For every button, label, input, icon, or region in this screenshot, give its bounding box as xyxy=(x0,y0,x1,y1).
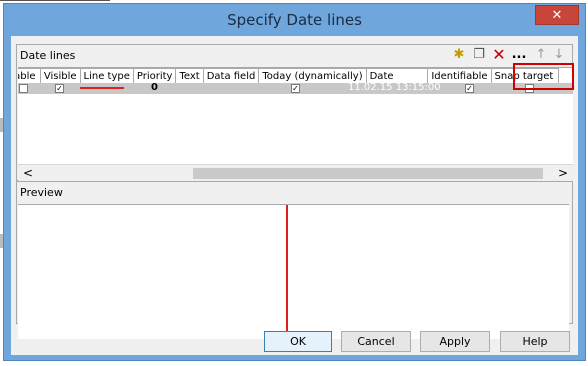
line-type-swatch[interactable] xyxy=(80,87,124,89)
dialog-client-area: Date lines ✱ ❐ ✕ ... ↑ ↓ eable Visible L… xyxy=(11,36,578,355)
cancel-button[interactable]: Cancel xyxy=(341,331,411,352)
apply-button[interactable]: Apply xyxy=(420,331,490,352)
dialog-window: Specify Date lines ✕ Date lines ✱ ❐ ✕ ..… xyxy=(3,3,586,361)
date-lines-table[interactable]: eable Visible Line type Priority Text Da… xyxy=(18,67,573,165)
help-button[interactable]: Help xyxy=(500,331,570,352)
horizontal-scrollbar[interactable]: < > xyxy=(18,164,573,182)
priority-value[interactable]: 0 xyxy=(151,82,158,93)
preview-group-title: Preview xyxy=(17,182,572,204)
new-row-icon[interactable]: ✱ xyxy=(451,47,467,63)
table-row[interactable]: 0 11.02.15 13:15:00 xyxy=(18,82,573,94)
dialog-title: Specify Date lines xyxy=(227,11,362,29)
move-down-icon[interactable]: ↓ xyxy=(551,47,567,63)
scroll-left-icon[interactable]: < xyxy=(20,166,36,181)
column-header-data-field[interactable]: Data field xyxy=(202,68,260,84)
close-button[interactable]: ✕ xyxy=(535,5,579,25)
editable-checkbox[interactable] xyxy=(19,84,28,93)
column-header-editable[interactable]: eable xyxy=(18,68,41,84)
table-header: eable Visible Line type Priority Text Da… xyxy=(18,68,560,84)
delete-icon[interactable]: ✕ xyxy=(491,47,507,63)
move-up-icon[interactable]: ↑ xyxy=(533,47,549,63)
scroll-right-icon[interactable]: > xyxy=(555,166,571,181)
column-header-visible[interactable]: Visible xyxy=(39,68,81,84)
today-dynamically-checkbox[interactable] xyxy=(291,84,300,93)
column-header-line-type[interactable]: Line type xyxy=(79,68,134,84)
snap-target-highlight xyxy=(513,63,574,90)
column-header-text[interactable]: Text xyxy=(175,68,204,84)
close-icon: ✕ xyxy=(551,8,563,23)
ok-button[interactable]: OK xyxy=(264,331,332,352)
more-icon[interactable]: ... xyxy=(511,47,527,63)
visible-checkbox[interactable] xyxy=(55,84,64,93)
scrollbar-thumb[interactable] xyxy=(193,168,543,179)
preview-group: Preview xyxy=(16,181,573,339)
preview-date-line xyxy=(286,205,288,339)
preview-area xyxy=(18,204,569,339)
background-window-edge xyxy=(0,0,110,1)
date-lines-group: Date lines ✱ ❐ ✕ ... ↑ ↓ eable Visible L… xyxy=(16,44,574,182)
identifiable-checkbox[interactable] xyxy=(465,84,474,93)
date-value[interactable]: 11.02.15 13:15:00 xyxy=(348,82,441,93)
copy-icon[interactable]: ❐ xyxy=(471,47,487,63)
